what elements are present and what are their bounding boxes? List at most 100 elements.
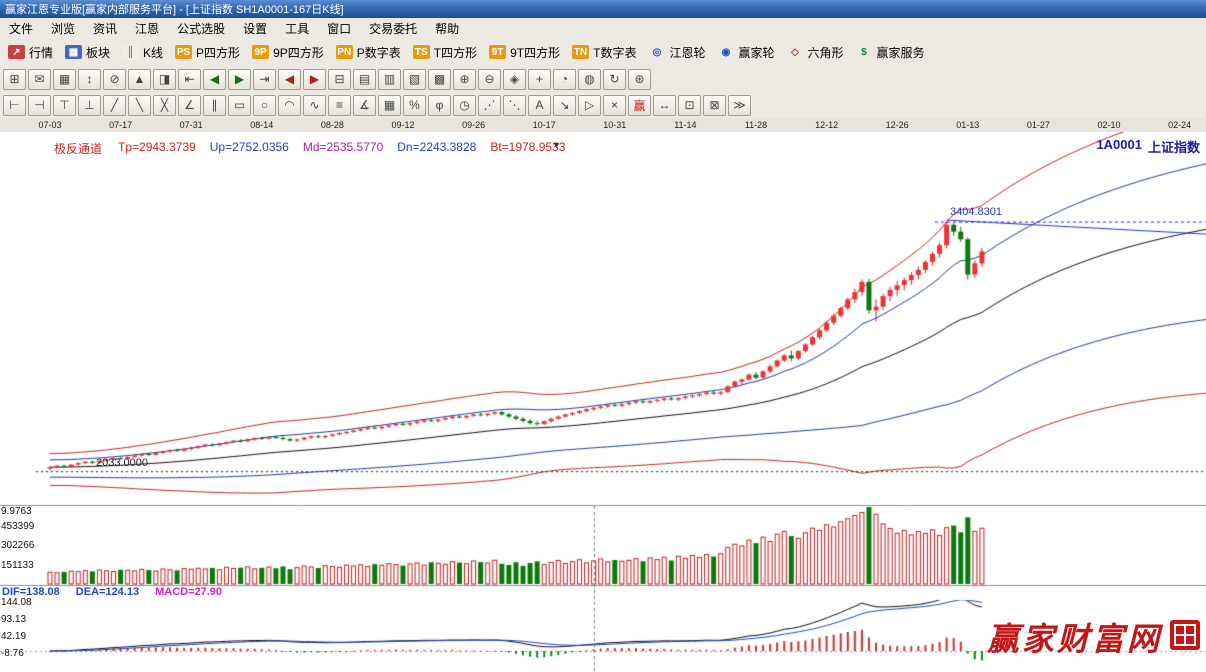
- grid-view-icon[interactable]: ▤: [353, 69, 376, 90]
- last-page-icon[interactable]: ⇥: [253, 69, 276, 90]
- clock-icon[interactable]: ◔: [553, 69, 576, 90]
- gann-grid-icon[interactable]: ▦: [378, 95, 401, 116]
- nine-p-square-button[interactable]: 9P 9P四方形: [246, 42, 330, 63]
- crosshair-icon[interactable]: +: [528, 69, 551, 90]
- zoom-out-icon[interactable]: ⊖: [478, 69, 501, 90]
- t-number-table-button[interactable]: TN T数字表: [566, 42, 642, 63]
- hline-tool-icon[interactable]: ⊤: [53, 95, 76, 116]
- menu-gann[interactable]: 江恩: [126, 18, 168, 39]
- pointer-icon[interactable]: ▲: [128, 69, 151, 90]
- ray-tool-icon[interactable]: ⊣: [28, 95, 51, 116]
- trendline-tool-icon[interactable]: ╱: [103, 95, 126, 116]
- settings-icon[interactable]: ⊛: [628, 69, 651, 90]
- bars-icon[interactable]: ▩: [428, 69, 451, 90]
- zero-reset-icon[interactable]: ⊘: [103, 69, 126, 90]
- application-window: 赢家江恩专业版[赢家内部服务平台] - [上证指数 SH1A0001-167日K…: [0, 0, 1206, 672]
- text-tool-icon[interactable]: A: [528, 95, 551, 116]
- speed-line-icon[interactable]: ⋰: [478, 95, 501, 116]
- menu-settings[interactable]: 设置: [234, 18, 276, 39]
- column-view-icon[interactable]: ▥: [378, 69, 401, 90]
- kline-button[interactable]: ║ K线: [116, 42, 169, 63]
- measure-tool-icon[interactable]: ↔: [653, 95, 676, 116]
- prev-bar-icon[interactable]: ◀: [278, 69, 301, 90]
- p-square-icon: PS: [175, 45, 192, 59]
- globe-icon[interactable]: ◍: [578, 69, 601, 90]
- vline-tool-icon[interactable]: ⊥: [78, 95, 101, 116]
- channel-stats-row: 极反通道 Tp=2943.3739Up=2752.0356Md=2535.577…: [54, 140, 565, 157]
- gann-wheel-icon: ◎: [648, 45, 665, 59]
- angle-tool-icon[interactable]: ∠: [178, 95, 201, 116]
- kline-icon: ║: [122, 45, 139, 59]
- nine-t-square-icon: 9T: [489, 45, 506, 59]
- zoom-in-icon[interactable]: ⊕: [453, 69, 476, 90]
- gradient-icon[interactable]: ▧: [403, 69, 426, 90]
- p-square-button[interactable]: PS P四方形: [169, 42, 246, 63]
- cycle-tool-icon[interactable]: ◷: [453, 95, 476, 116]
- rect-tool-icon[interactable]: ▭: [228, 95, 251, 116]
- winner-wheel-icon: ◉: [717, 45, 734, 59]
- menu-window[interactable]: 窗口: [318, 18, 360, 39]
- seal-pattern-icon: [1174, 624, 1196, 646]
- zoom-area-icon[interactable]: ⊡: [678, 95, 701, 116]
- symbol-label: 1A0001 上证指数: [1096, 137, 1200, 156]
- winner-service-button[interactable]: $ 赢家服务: [850, 42, 931, 63]
- first-page-icon[interactable]: ⇤: [178, 69, 201, 90]
- tools-toolbar: ⊞✉▦↕⊘▲◨⇤◀▶⇥◀▶⊟▤▥▧▩⊕⊖◈+◔◍↻⊛: [0, 66, 1206, 93]
- report-icon[interactable]: ◨: [153, 69, 176, 90]
- channel-stat-value: Dn=2243.3828: [397, 140, 476, 157]
- calendar-icon[interactable]: ▦: [53, 69, 76, 90]
- marker-arrow-icon: ▼: [552, 140, 561, 150]
- cross-lines-tool-icon[interactable]: ╳: [153, 95, 176, 116]
- date-tick: 01-27: [1027, 120, 1050, 130]
- menu-formula-stock-picker[interactable]: 公式选股: [168, 18, 234, 39]
- arc-tool-icon[interactable]: ◠: [278, 95, 301, 116]
- toolbar-button-label: T四方形: [434, 44, 477, 61]
- menu-file[interactable]: 文件: [0, 18, 42, 39]
- refresh-icon[interactable]: ↻: [603, 69, 626, 90]
- p-number-table-icon: PN: [336, 45, 353, 59]
- number-table-icon[interactable]: ⊟: [328, 69, 351, 90]
- menu-browse[interactable]: 浏览: [42, 18, 84, 39]
- fast-backward-icon[interactable]: ◀: [203, 69, 226, 90]
- menu-news[interactable]: 资讯: [84, 18, 126, 39]
- gann-wheel-button[interactable]: ◎ 江恩轮: [642, 42, 711, 63]
- mail-icon[interactable]: ✉: [28, 69, 51, 90]
- market-quotes-button[interactable]: ↗ 行情: [2, 42, 59, 63]
- sort-icon[interactable]: ↕: [78, 69, 101, 90]
- toolbar-button-label: 六角形: [808, 44, 844, 61]
- sector-button[interactable]: ▦ 板块: [59, 42, 116, 63]
- parallel-channel-icon[interactable]: ∥: [203, 95, 226, 116]
- p-number-table-button[interactable]: PN P数字表: [330, 42, 407, 63]
- circle-tool-icon[interactable]: ○: [253, 95, 276, 116]
- wave-tool-icon[interactable]: ∿: [303, 95, 326, 116]
- flag-mark-icon[interactable]: ▷: [578, 95, 601, 116]
- regression-tool-icon[interactable]: ⋱: [503, 95, 526, 116]
- downtrend-tool-icon[interactable]: ╲: [128, 95, 151, 116]
- next-bar-icon[interactable]: ▶: [303, 69, 326, 90]
- menu-tools[interactable]: 工具: [276, 18, 318, 39]
- fast-forward-icon[interactable]: ▶: [228, 69, 251, 90]
- golden-ratio-icon[interactable]: φ: [428, 95, 451, 116]
- chart-area[interactable]: 极反通道 Tp=2943.3739Up=2752.0356Md=2535.577…: [0, 132, 1206, 672]
- nine-t-square-button[interactable]: 9T 9T四方形: [483, 42, 566, 63]
- arrow-mark-icon[interactable]: ↘: [553, 95, 576, 116]
- segment-tool-icon[interactable]: ⊢: [3, 95, 26, 116]
- gann-fan-icon[interactable]: ∡: [353, 95, 376, 116]
- winner-wheel-button[interactable]: ◉ 赢家轮: [711, 42, 780, 63]
- hexagon-button[interactable]: ◇ 六角形: [781, 42, 850, 63]
- hand-tool-icon[interactable]: ◈: [503, 69, 526, 90]
- menu-trade-order[interactable]: 交易委托: [360, 18, 426, 39]
- region-setting-icon[interactable]: ⊞: [3, 69, 26, 90]
- winner-tool-icon[interactable]: 赢: [628, 95, 651, 116]
- delete-tool-icon[interactable]: ×: [603, 95, 626, 116]
- toolbar-button-label: T数字表: [593, 44, 636, 61]
- more-tools-icon[interactable]: ≫: [728, 95, 751, 116]
- macd-axis-label: 144.08: [1, 597, 32, 608]
- window-titlebar[interactable]: 赢家江恩专业版[赢家内部服务平台] - [上证指数 SH1A0001-167日K…: [0, 0, 1206, 18]
- fibonacci-tool-icon[interactable]: ≡: [328, 95, 351, 116]
- menu-help[interactable]: 帮助: [426, 18, 468, 39]
- t-square-button[interactable]: TS T四方形: [407, 42, 483, 63]
- date-ruler[interactable]: 07-0307-1707-3108-1408-2809-1209-2610-17…: [0, 118, 1206, 133]
- percent-tool-icon[interactable]: %: [403, 95, 426, 116]
- lock-tool-icon[interactable]: ⊠: [703, 95, 726, 116]
